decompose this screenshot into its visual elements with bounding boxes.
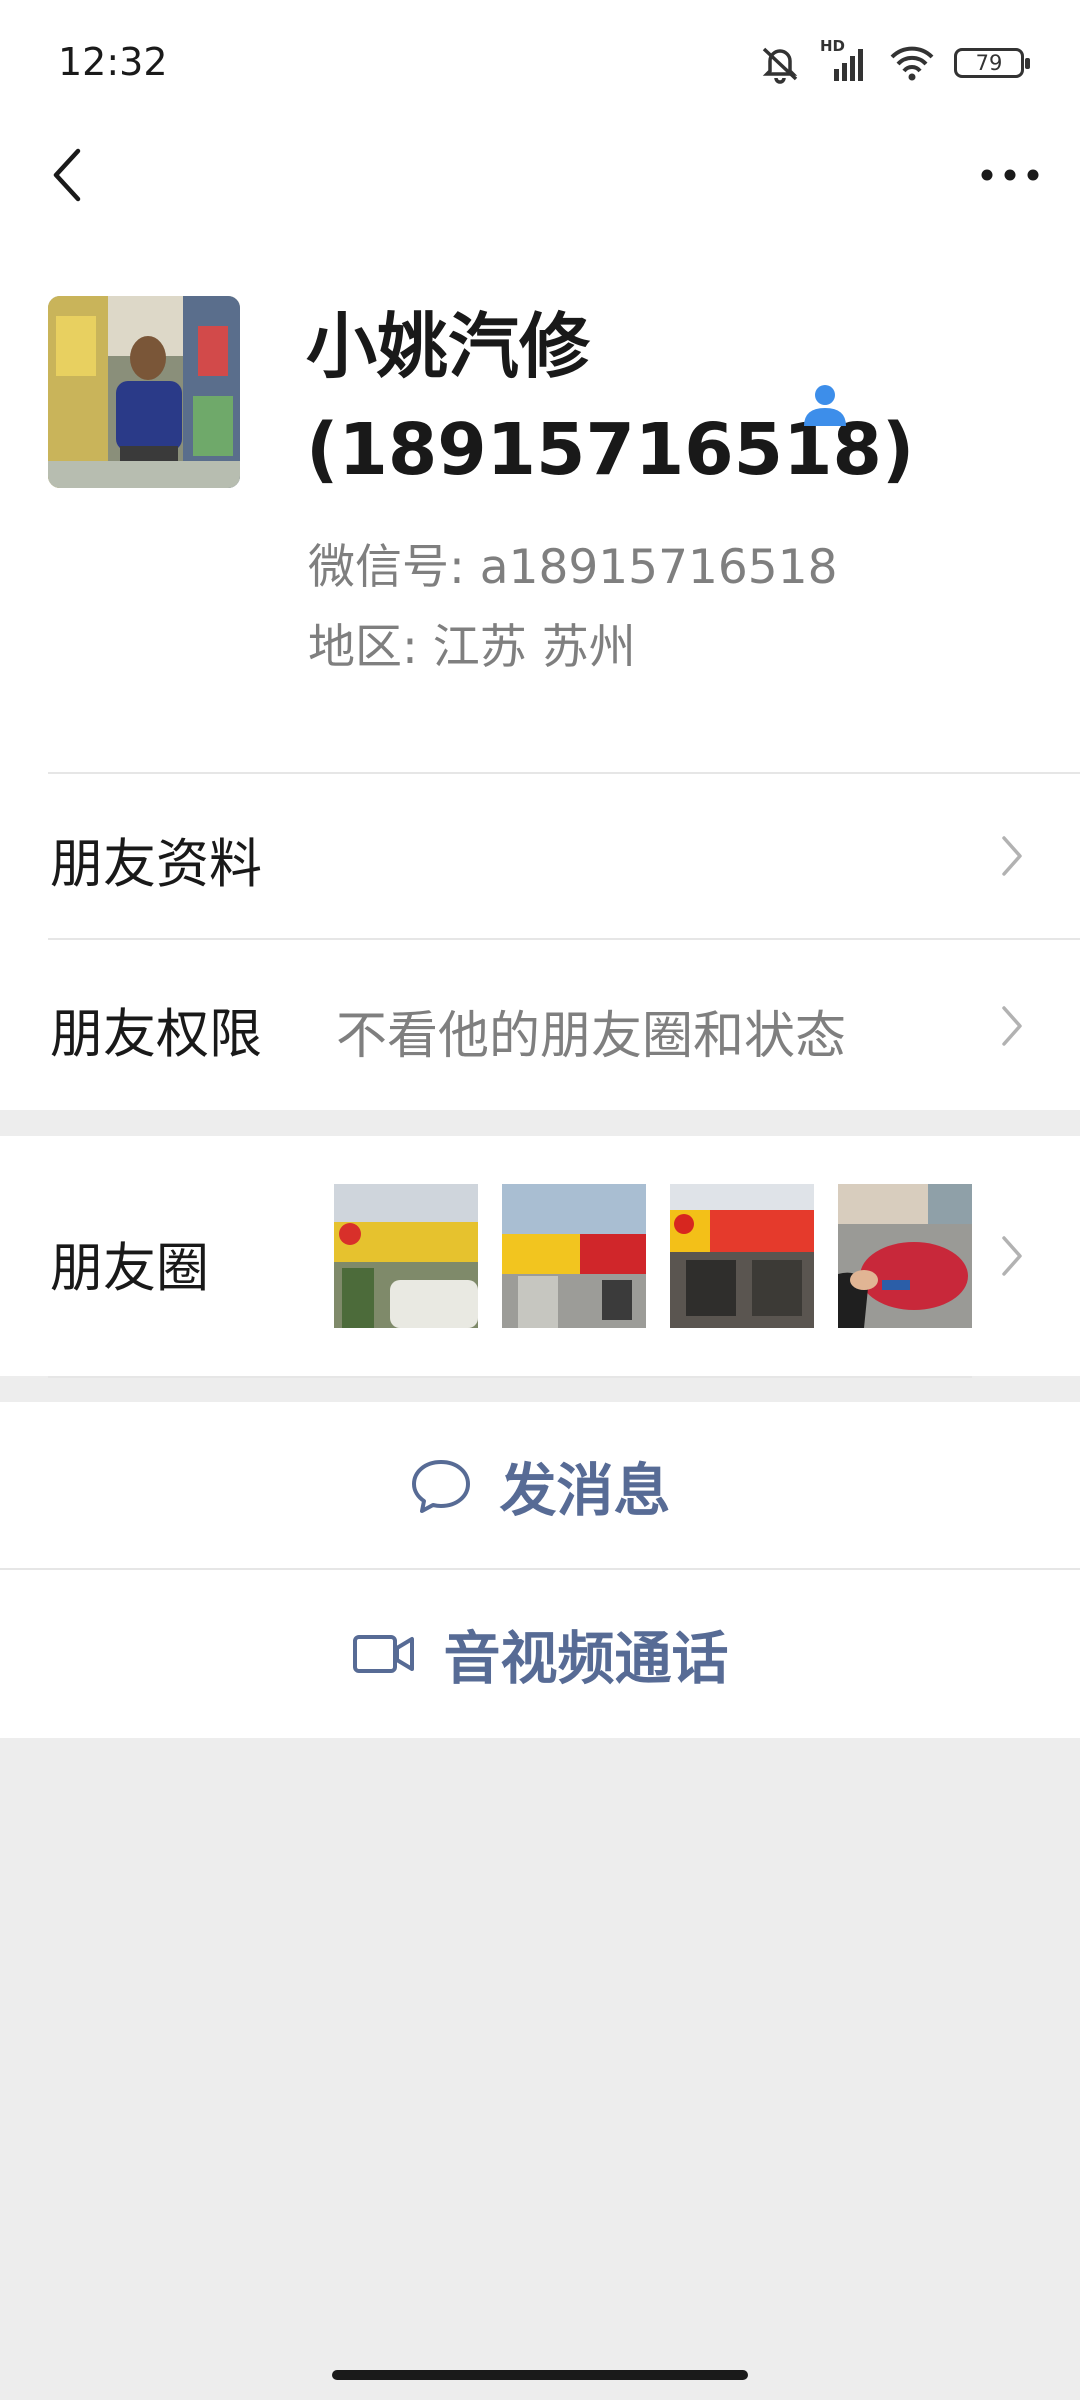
friend-info-label: 朋友资料 (50, 834, 262, 895)
cellular-signal-icon: HD (820, 37, 870, 83)
wechat-id: 微信号: a18915716518 (308, 540, 838, 595)
battery-icon: 79 (954, 48, 1030, 78)
wifi-icon (890, 46, 934, 81)
battery-level: 79 (975, 51, 1003, 75)
nav-bar (0, 130, 1080, 220)
status-bar: 12:32 HD 79 (0, 0, 1080, 130)
friend-permissions-value: 不看他的朋友圈和状态 (336, 1007, 847, 1066)
moments-label: 朋友圈 (50, 1238, 209, 1299)
video-call-button[interactable]: 音视频通话 (0, 1570, 1080, 1738)
friend-info-row[interactable]: 朋友资料 (0, 774, 1080, 940)
video-call-label: 音视频通话 (443, 1626, 729, 1692)
send-message-label: 发消息 (499, 1458, 671, 1524)
moments-thumbnail (334, 1184, 478, 1328)
moments-row[interactable]: 朋友圈 (0, 1136, 1080, 1376)
home-indicator[interactable] (332, 2370, 748, 2380)
more-dots-icon (981, 169, 1039, 181)
chevron-right-icon (1002, 1006, 1022, 1046)
region: 地区: 江苏 苏州 (308, 620, 636, 675)
friend-permissions-row[interactable]: 朋友权限 不看他的朋友圈和状态 (0, 940, 1080, 1110)
contact-name: 小姚汽修(18915716518) (306, 305, 915, 491)
avatar[interactable] (48, 296, 240, 488)
moments-thumbnail (670, 1184, 814, 1328)
divider (48, 1376, 972, 1378)
chevron-left-icon (53, 148, 81, 202)
more-button[interactable] (970, 140, 1050, 210)
contact-person-icon (804, 385, 846, 426)
send-message-button[interactable]: 发消息 (0, 1402, 1080, 1570)
system-icons: HD 79 (758, 37, 1030, 88)
chat-bubble-icon (411, 1460, 470, 1513)
mute-bell-icon (762, 47, 798, 84)
moments-thumbnail (502, 1184, 646, 1328)
chevron-right-icon (1002, 1236, 1022, 1276)
back-button[interactable] (38, 140, 98, 210)
moments-thumbnail (838, 1184, 972, 1328)
status-time: 12:32 (58, 40, 168, 84)
video-camera-icon (352, 1635, 414, 1673)
chevron-right-icon (1002, 836, 1022, 876)
friend-permissions-label: 朋友权限 (50, 1004, 262, 1065)
